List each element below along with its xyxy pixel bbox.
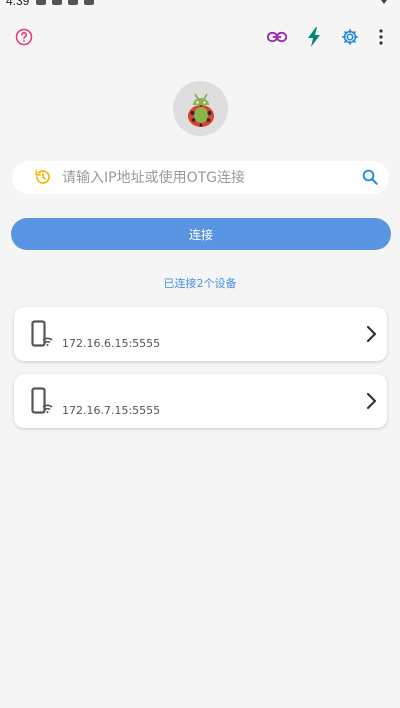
status-bar: 4:39 — [0, 0, 400, 10]
gear-icon[interactable] — [340, 27, 360, 47]
ladybug-android-icon — [187, 93, 214, 127]
search-bar — [12, 161, 389, 194]
device-address: 172.16.7.15:5555 — [62, 404, 161, 417]
notification-icon — [36, 0, 46, 5]
app-icon — [68, 0, 78, 5]
download-icon — [52, 0, 62, 5]
device-card[interactable]: 172.16.7.15:5555 — [14, 374, 387, 428]
phone-wifi-icon — [31, 320, 53, 347]
phone-wifi-icon — [31, 387, 53, 414]
ip-address-input[interactable] — [62, 166, 362, 190]
search-icon[interactable] — [361, 168, 379, 186]
chevron-right-icon — [366, 325, 377, 343]
device-card[interactable]: 172.16.6.15:5555 — [14, 307, 387, 361]
lightning-icon[interactable] — [304, 27, 324, 47]
device-address: 172.16.6.15:5555 — [62, 337, 161, 350]
connect-button[interactable]: 连接 — [11, 218, 391, 250]
more-vertical-icon[interactable] — [371, 27, 391, 47]
link-icon[interactable] — [267, 27, 287, 47]
help-icon[interactable] — [14, 27, 34, 47]
app-icon — [84, 0, 94, 5]
status-icons — [36, 0, 94, 6]
chevron-right-icon — [366, 392, 377, 410]
status-time: 4:39 — [6, 0, 30, 8]
wifi-signal-icon — [378, 0, 390, 4]
history-icon[interactable] — [34, 168, 52, 186]
connected-devices-count[interactable]: 已连接2个设备 — [0, 275, 400, 291]
app-logo — [173, 81, 228, 136]
